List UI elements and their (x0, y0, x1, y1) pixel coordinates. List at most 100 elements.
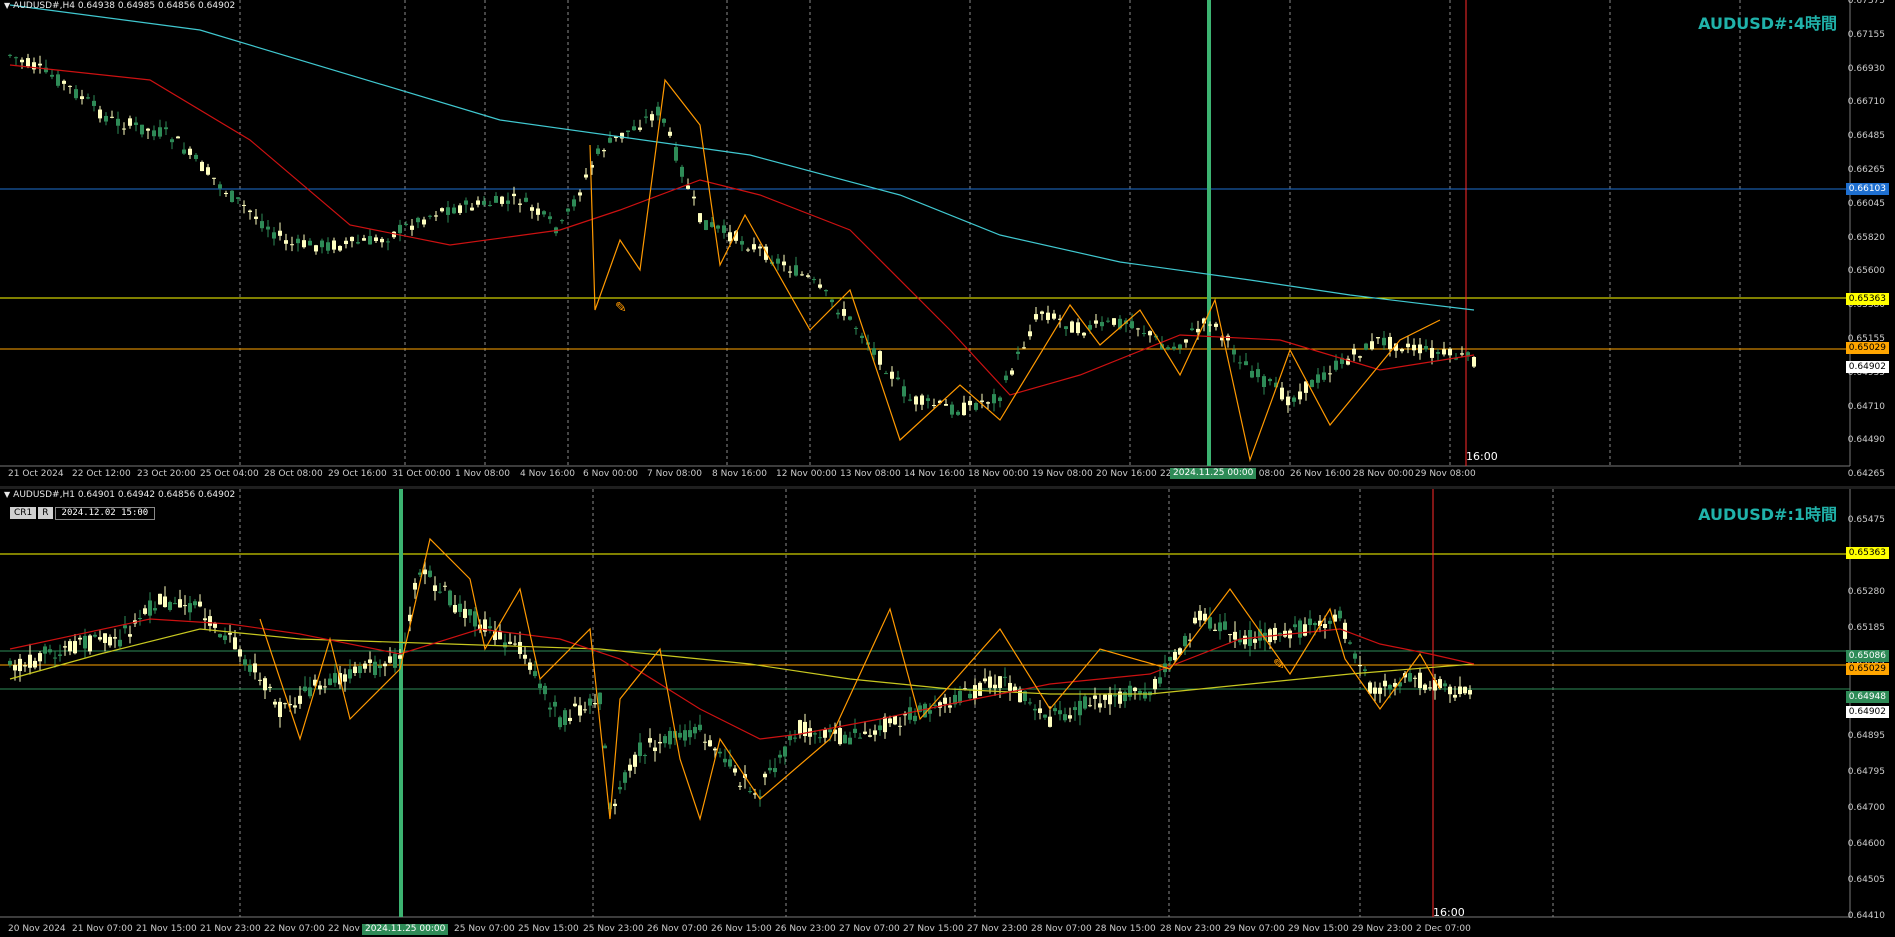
candle-body (618, 787, 622, 790)
candle-body (733, 768, 737, 773)
candle-body (1363, 669, 1367, 671)
candle-body (593, 702, 597, 705)
time-axis-label: 12 Nov 00:00 (776, 469, 837, 479)
candle-body (683, 730, 687, 741)
candle-body (163, 596, 167, 608)
time-axis-label: 21 Oct 2024 (8, 469, 64, 479)
candle-body (1118, 691, 1122, 704)
candle-body (1073, 707, 1077, 711)
candle-body (1183, 635, 1187, 647)
candle-body (1093, 695, 1097, 699)
candle-body (203, 618, 207, 621)
cr1-button[interactable]: CR1 (10, 507, 37, 519)
candle-body (153, 608, 157, 611)
candle-body (176, 136, 180, 139)
candle-body (703, 741, 707, 743)
time-axis-label: 18 Nov 00:00 (968, 469, 1029, 479)
collapse-triangle-icon[interactable]: ▼ (4, 1, 10, 10)
candle-body (293, 705, 297, 708)
r-button[interactable]: R (38, 507, 53, 519)
candle-body (708, 740, 712, 747)
candle-body (728, 759, 732, 767)
candle-body (758, 246, 762, 249)
candle-body (48, 649, 52, 653)
time-axis-label: 2 Dec 07:00 (1416, 924, 1471, 934)
candle-body (1463, 686, 1467, 694)
candle-body (1442, 349, 1446, 355)
candle-body (1292, 397, 1296, 402)
datetime-field[interactable]: 2024.12.02 15:00 (54, 507, 156, 520)
candle-body (1166, 347, 1170, 350)
candle-body (138, 617, 142, 619)
candle-body (404, 223, 408, 225)
candle-body (1133, 687, 1137, 692)
candle-body (1348, 642, 1352, 644)
time-axis-label: 25 Nov 23:00 (583, 924, 644, 934)
candle-body (988, 676, 992, 688)
candle-body (1016, 351, 1020, 354)
candle-body (948, 705, 952, 708)
candle-body (1130, 321, 1134, 329)
candle-body (458, 205, 462, 213)
price-axis-label: 0.64700 (1847, 803, 1885, 813)
candlestick-chart-h4[interactable]: ✎ (0, 0, 1895, 486)
candle-body (1418, 672, 1422, 689)
candle-body (983, 678, 987, 682)
chart-pane-h1[interactable]: ✎ ▼ AUDUSD#,H1 0.64901 0.64942 0.64856 0.… (0, 489, 1895, 937)
candle-body (1472, 356, 1476, 367)
candle-body (263, 678, 267, 691)
candle-body (1328, 373, 1332, 375)
candle-body (1443, 683, 1447, 687)
candle-body (380, 238, 384, 243)
candle-body (890, 371, 894, 379)
candle-body (423, 569, 427, 575)
candle-body (158, 593, 162, 605)
candle-body (956, 411, 960, 415)
candle-body (1184, 339, 1188, 343)
candle-body (433, 585, 437, 591)
candle-body (643, 755, 647, 757)
candle-body (728, 232, 732, 242)
time-axis-label: 19 Nov 08:00 (1032, 469, 1093, 479)
candlestick-chart-h1[interactable]: ✎ (0, 489, 1895, 937)
price-axis-label: 0.65600 (1847, 266, 1885, 277)
candle-body (748, 791, 752, 793)
candle-body (428, 570, 432, 577)
candle-body (698, 213, 702, 223)
candle-body (348, 669, 352, 679)
candle-body (1373, 687, 1377, 694)
candle-body (26, 58, 30, 67)
candle-body (873, 730, 877, 735)
candle-body (896, 377, 900, 380)
collapse-triangle-icon[interactable]: ▼ (4, 490, 10, 499)
candle-body (353, 666, 357, 673)
candle-body (893, 715, 897, 725)
candle-body (782, 261, 786, 266)
candle-body (74, 89, 78, 99)
candle-body (1322, 372, 1326, 380)
candle-body (248, 210, 252, 213)
price-tag-green-1: 0.65086 (1845, 650, 1889, 662)
candle-body (688, 730, 692, 738)
candle-body (512, 193, 516, 197)
header-text: AUDUSD#,H1 0.64901 0.64942 0.64856 0.649… (13, 490, 236, 500)
candle-body (723, 758, 727, 763)
candle-body (236, 197, 240, 199)
candle-body (258, 679, 262, 681)
candle-body (1388, 684, 1392, 690)
candle-body (93, 634, 97, 637)
candle-body (1046, 312, 1050, 320)
candle-body (884, 373, 888, 375)
candle-body (356, 242, 360, 244)
candle-body (806, 275, 810, 277)
chart-pane-h4[interactable]: ✎ ▼ AUDUSD#,H4 0.64938 0.64985 0.64856 0.… (0, 0, 1895, 486)
price-tag-orange: 0.65029 (1845, 342, 1889, 354)
candle-body (446, 207, 450, 215)
candle-body (668, 730, 672, 745)
price-axis-label: 0.64265 (1847, 469, 1885, 480)
candle-body (50, 74, 54, 77)
candle-body (536, 208, 540, 215)
candle-body (1004, 375, 1008, 381)
candle-body (1352, 348, 1356, 355)
candle-body (53, 657, 57, 659)
